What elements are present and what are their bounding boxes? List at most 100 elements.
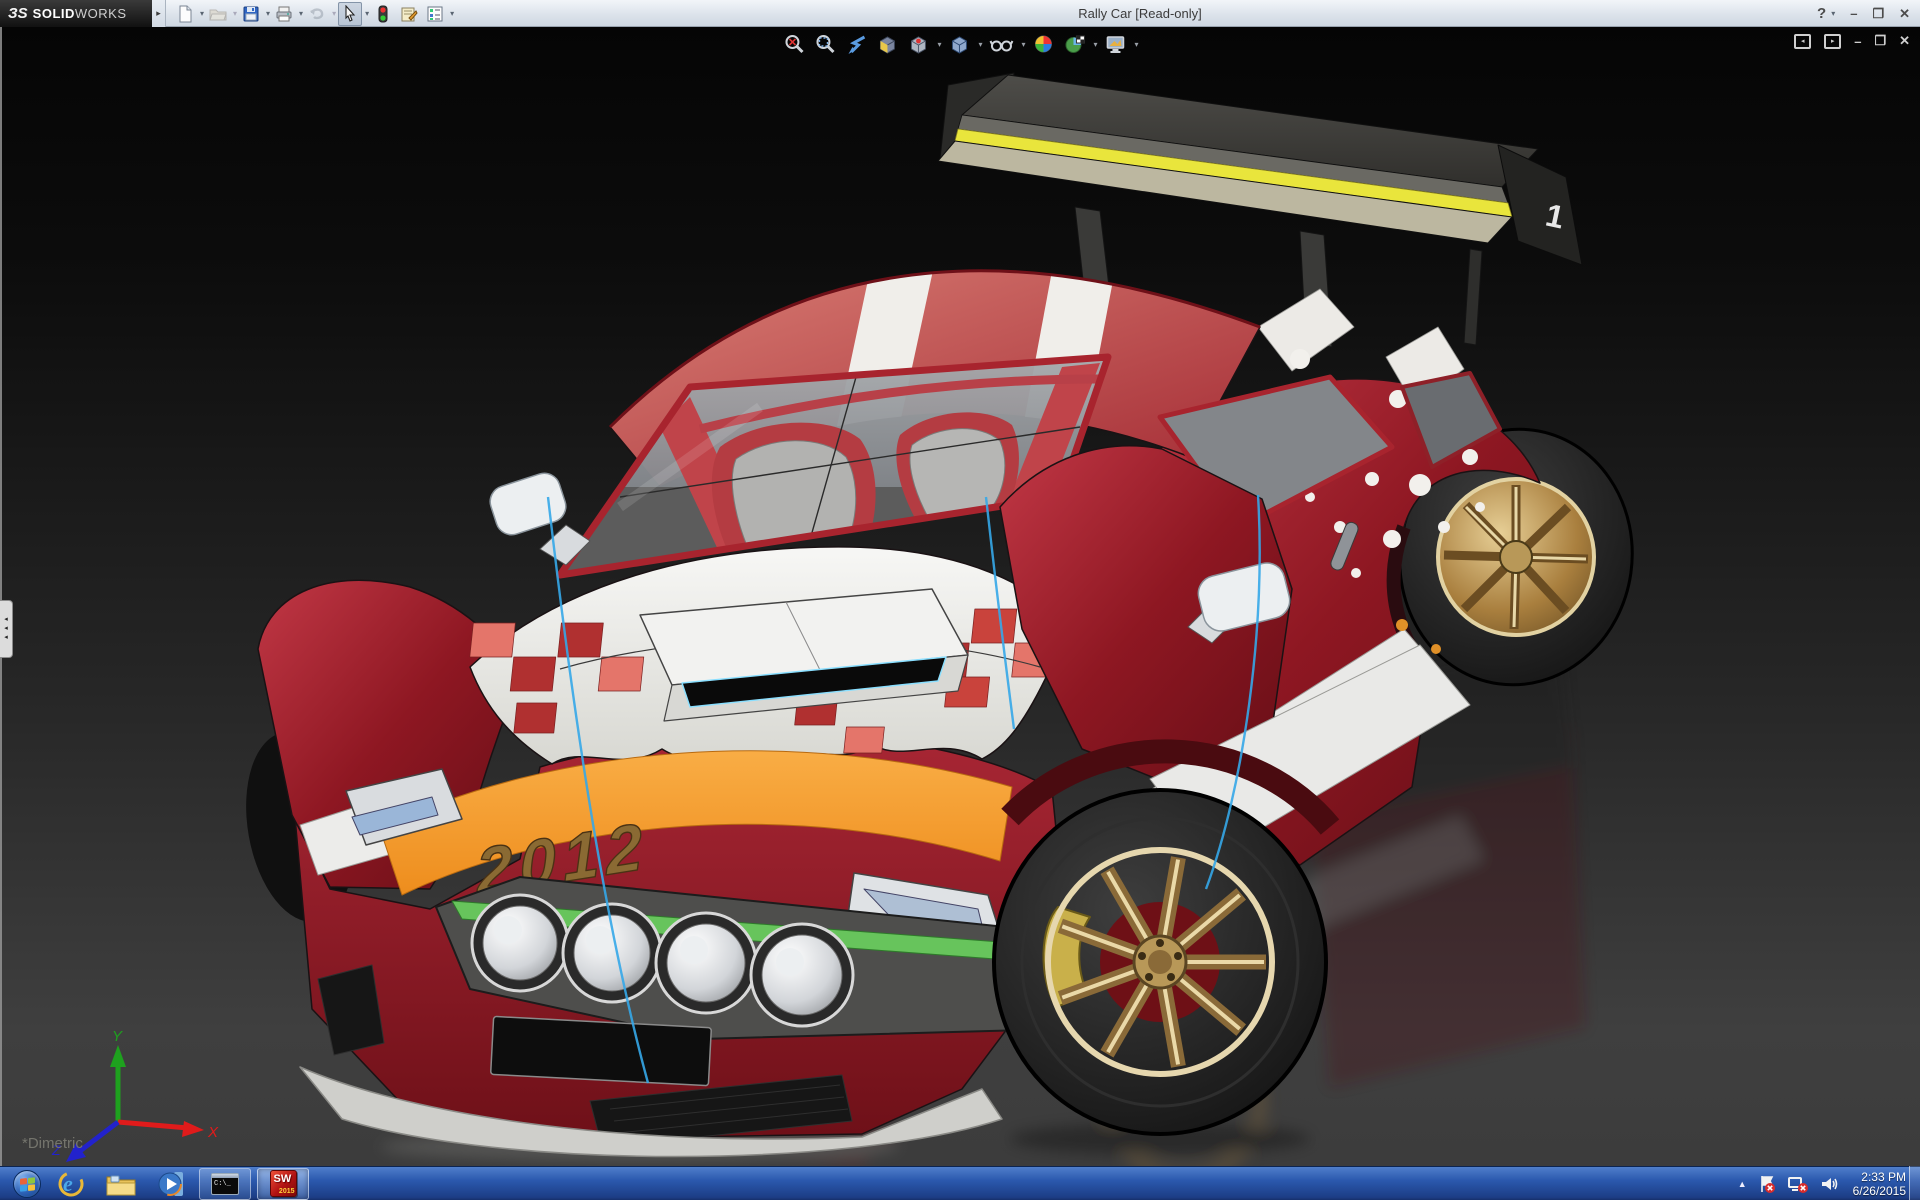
section-view-icon — [879, 36, 895, 54]
document-window-controls: ◂ ▸ – ❐ ✕ — [1794, 33, 1910, 49]
open-document-button[interactable] — [206, 2, 230, 26]
solidworks-icon-letters: SW — [273, 1173, 292, 1185]
internet-explorer-icon: e — [58, 1171, 84, 1196]
view-settings-icon — [1106, 36, 1125, 53]
help-button[interactable]: ? — [1817, 5, 1826, 22]
command-prompt-label: C:\_ — [214, 1179, 231, 1188]
open-dropdown-arrow[interactable]: ▾ — [233, 9, 237, 18]
triad-x-label: X — [207, 1124, 219, 1141]
brand-name-light: WORKS — [74, 6, 127, 21]
options-dropdown-arrow[interactable]: ▾ — [450, 9, 454, 18]
folder-icon — [106, 1175, 136, 1195]
solidworks-2015-icon: SW 2015 — [269, 1170, 297, 1197]
menu-expand-arrow[interactable]: ▸ — [152, 0, 166, 27]
hide-show-items-dropdown[interactable]: ▾ — [1021, 40, 1025, 49]
zoom-to-area-icon — [816, 35, 835, 54]
svg-text:e: e — [63, 1171, 73, 1196]
standard-toolbar: ▾ ▾ ▾ ▾ ▾ ▾ ▾ — [172, 1, 455, 26]
print-icon — [276, 6, 292, 21]
taskbar-command-prompt[interactable]: C:\_ — [199, 1167, 251, 1200]
solidworks-logo: ЗS SOLID WORKS — [0, 0, 152, 27]
left-pane-toggle[interactable]: ◂ — [1794, 33, 1812, 49]
display-style-button[interactable] — [946, 31, 972, 57]
section-view-button[interactable] — [874, 31, 900, 57]
view-orientation-icon — [910, 36, 926, 54]
clock-date: 6/26/2015 — [1852, 1184, 1906, 1198]
undo-button[interactable] — [305, 2, 329, 26]
brand-glyph: ЗS — [8, 5, 28, 22]
new-dropdown-arrow[interactable]: ▾ — [200, 9, 204, 18]
previous-view-button[interactable] — [843, 31, 869, 57]
view-settings-dropdown[interactable]: ▾ — [1135, 40, 1139, 49]
apply-scene-button[interactable] — [1062, 31, 1088, 57]
clock-time: 2:33 PM — [1861, 1170, 1906, 1184]
view-orientation-button[interactable] — [905, 31, 931, 57]
taskbar-solidworks[interactable]: SW 2015 — [257, 1167, 309, 1200]
start-button[interactable] — [8, 1168, 46, 1200]
close-button[interactable]: ✕ — [1899, 6, 1910, 22]
save-icon — [243, 6, 259, 21]
view-orientation-dropdown[interactable]: ▾ — [937, 40, 941, 49]
collapse-arrow-icon: ◂ — [4, 616, 8, 623]
apply-scene-icon — [1065, 35, 1086, 53]
doc-close-button[interactable]: ✕ — [1899, 33, 1910, 49]
help-dropdown-arrow[interactable]: ▾ — [1831, 9, 1835, 18]
select-dropdown-arrow[interactable]: ▾ — [365, 9, 369, 18]
view-settings-button[interactable] — [1103, 31, 1129, 57]
file-properties-button[interactable] — [397, 2, 421, 26]
command-prompt-icon: C:\_ — [211, 1172, 239, 1195]
headsup-view-toolbar: ▾ ▾ ▾ ▾ ▾ — [781, 31, 1139, 57]
title-bar: ЗS SOLID WORKS ▸ ▾ ▾ ▾ ▾ ▾ ▾ ▾ Rally Car… — [0, 0, 1920, 27]
rebuild-button[interactable] — [371, 2, 395, 26]
rebuild-traffic-light-icon — [378, 5, 388, 22]
open-document-icon — [209, 9, 227, 20]
document-title: Rally Car [Read-only] — [1078, 6, 1202, 21]
taskbar-windows-explorer[interactable] — [99, 1168, 143, 1200]
view-orientation-label: *Dimetric — [22, 1135, 83, 1152]
print-dropdown-arrow[interactable]: ▾ — [299, 9, 303, 18]
save-dropdown-arrow[interactable]: ▾ — [266, 9, 270, 18]
taskbar-internet-explorer[interactable]: e — [49, 1168, 93, 1200]
new-document-button[interactable] — [173, 2, 197, 26]
select-button[interactable] — [338, 1, 363, 26]
restore-button[interactable]: ❐ — [1872, 6, 1884, 22]
collapse-arrow-icon: ◂ — [4, 625, 8, 632]
volume-icon[interactable] — [1819, 1174, 1839, 1194]
taskbar-media-player[interactable] — [149, 1168, 193, 1200]
feature-manager-collapsed-tab[interactable]: ◂ ◂ ◂ — [0, 600, 13, 658]
minimize-button[interactable]: – — [1850, 6, 1857, 21]
right-pane-toggle[interactable]: ▸ — [1824, 33, 1842, 49]
graphics-viewport[interactable]: 1 2012 Y X Z ▾ ▾ ▾ ▾ ▾ ◂ ▸ – ❐ ✕ ◂ ◂ ◂ *… — [0, 27, 1920, 1166]
select-cursor-icon — [345, 4, 356, 22]
options-button[interactable] — [423, 2, 447, 26]
brand-name-bold: SOLID — [32, 6, 75, 21]
zoom-to-area-button[interactable] — [812, 31, 838, 57]
hood — [469, 546, 1065, 765]
media-player-icon — [158, 1171, 183, 1196]
viewport-left-border — [0, 27, 2, 1166]
solidworks-icon-year: 2015 — [278, 1188, 295, 1195]
previous-view-icon — [848, 35, 866, 54]
edit-appearance-button[interactable] — [1031, 31, 1057, 57]
save-button[interactable] — [239, 2, 263, 26]
doc-restore-button[interactable]: ❐ — [1874, 33, 1886, 49]
3d-car-model[interactable]: 1 2012 Y X Z — [0, 27, 1920, 1166]
windows-taskbar: e C:\_ SW 2015 ▲ 2:33 PM 6/26/2015 — [0, 1166, 1920, 1200]
file-properties-icon — [401, 7, 418, 21]
show-desktop-button[interactable] — [1909, 1166, 1920, 1200]
options-checklist-icon — [427, 6, 443, 21]
print-button[interactable] — [272, 2, 296, 26]
hide-show-items-icon — [989, 40, 1014, 52]
action-center-alert-icon[interactable] — [1757, 1174, 1777, 1194]
apply-scene-dropdown[interactable]: ▾ — [1094, 40, 1098, 49]
zoom-to-fit-button[interactable] — [781, 31, 807, 57]
network-disconnected-icon[interactable] — [1787, 1174, 1809, 1194]
undo-dropdown-arrow[interactable]: ▾ — [332, 9, 336, 18]
hide-show-items-button[interactable] — [987, 31, 1015, 57]
taskbar-clock[interactable]: 2:33 PM 6/26/2015 — [1853, 1170, 1906, 1198]
zoom-to-fit-icon — [785, 35, 804, 54]
display-style-dropdown[interactable]: ▾ — [978, 40, 982, 49]
collapse-arrow-icon: ◂ — [4, 634, 8, 641]
doc-minimize-button[interactable]: – — [1854, 34, 1861, 49]
show-hidden-icons-button[interactable]: ▲ — [1738, 1179, 1747, 1189]
